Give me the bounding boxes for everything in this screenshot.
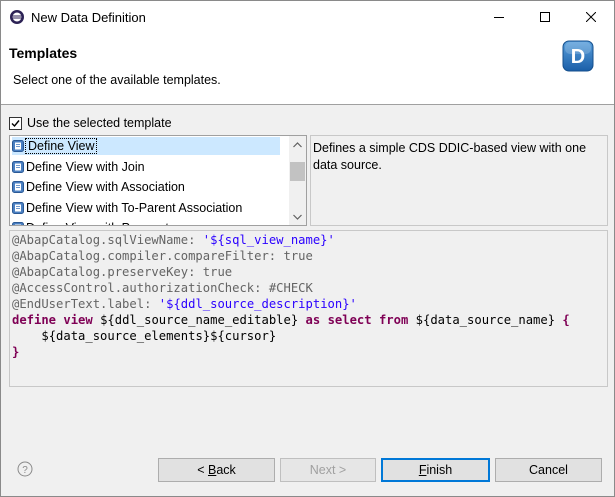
code-line: @AbapCatalog.preserveKey: true xyxy=(12,265,233,279)
code-line: @AccessControl.authorizationCheck: #CHEC… xyxy=(12,281,313,295)
code-line: @AbapCatalog.sqlViewName: '${sql_view_na… xyxy=(12,233,335,247)
template-description: Defines a simple CDS DDIC-based view wit… xyxy=(310,135,608,226)
checkmark-icon xyxy=(11,119,20,127)
finish-button[interactable]: Finish xyxy=(381,458,490,482)
template-icon xyxy=(12,160,24,173)
template-item[interactable]: Define View xyxy=(12,137,280,155)
template-icon xyxy=(12,201,24,214)
code-line: define view ${ddl_source_name_editable} … xyxy=(12,313,570,327)
code-line: @AbapCatalog.compiler.compareFilter: tru… xyxy=(12,249,313,263)
maximize-icon xyxy=(540,12,550,22)
template-item[interactable]: Define View with Parameters xyxy=(12,219,280,225)
data-definition-logo: D xyxy=(562,40,594,72)
scroll-thumb[interactable] xyxy=(290,162,305,181)
minimize-button[interactable] xyxy=(476,1,522,33)
logo-letter: D xyxy=(571,46,585,68)
minimize-icon xyxy=(494,17,504,18)
code-line: @EndUserText.label: '${ddl_source_descri… xyxy=(12,297,357,311)
template-item-label: Define View with To-Parent Association xyxy=(26,200,243,215)
template-item[interactable]: Define View with To-Parent Association xyxy=(12,199,280,217)
template-code-preview: @AbapCatalog.sqlViewName: '${sql_view_na… xyxy=(9,230,608,387)
window-title: New Data Definition xyxy=(31,10,146,25)
scroll-up-button[interactable] xyxy=(289,136,306,153)
template-item-label: Define View xyxy=(24,138,98,154)
code-line: ${data_source_elements}${cursor} xyxy=(41,329,277,343)
template-item-label: Define View with Parameters xyxy=(26,221,186,225)
close-icon xyxy=(586,12,596,22)
template-item-label: Define View with Association xyxy=(26,180,185,194)
use-template-label: Use the selected template xyxy=(27,116,172,130)
eclipse-icon xyxy=(10,10,24,24)
scroll-down-button[interactable] xyxy=(289,208,306,225)
help-icon[interactable]: ? xyxy=(17,461,33,477)
page-description: Select one of the available templates. xyxy=(13,73,221,87)
finish-button-label: Finish xyxy=(418,463,453,477)
chevron-up-icon xyxy=(293,141,302,147)
use-template-checkbox[interactable] xyxy=(9,116,22,130)
code-line: } xyxy=(12,345,20,359)
wizard-banner: Templates Select one of the available te… xyxy=(1,33,614,105)
dialog-window: New Data Definition Templates Select one… xyxy=(0,0,615,497)
title-bar: New Data Definition xyxy=(1,1,614,33)
svg-text:?: ? xyxy=(22,465,28,476)
close-button[interactable] xyxy=(568,1,614,33)
template-item[interactable]: Define View with Join xyxy=(12,158,280,176)
template-list-scrollbar[interactable] xyxy=(289,136,306,225)
template-icon xyxy=(12,181,24,193)
back-button[interactable]: < Back xyxy=(158,458,275,482)
template-list[interactable]: Define View with Parameters Define View w… xyxy=(9,135,307,226)
maximize-button[interactable] xyxy=(522,1,568,33)
cancel-button-label: Cancel xyxy=(529,463,568,477)
cancel-button[interactable]: Cancel xyxy=(495,458,602,482)
use-template-option[interactable]: Use the selected template xyxy=(9,115,172,131)
template-item-label: Define View with Join xyxy=(26,159,145,174)
next-button[interactable]: Next > xyxy=(280,458,376,482)
template-item[interactable]: Define View with Association xyxy=(12,178,280,196)
template-icon xyxy=(12,222,24,225)
back-button-label: < Back xyxy=(197,463,236,477)
next-button-label: Next > xyxy=(309,463,347,477)
chevron-down-icon xyxy=(293,214,302,220)
template-icon xyxy=(12,140,24,152)
page-title: Templates xyxy=(9,45,78,61)
